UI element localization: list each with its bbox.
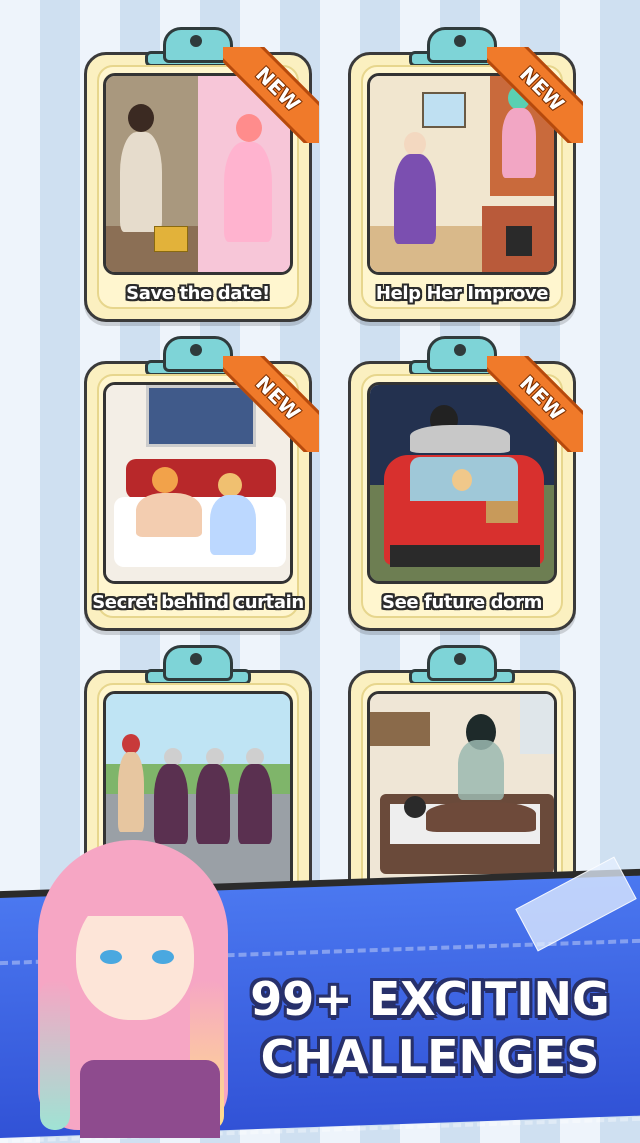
level-card-save-the-date[interactable]: NEW Save the date! (84, 27, 319, 322)
level-title: See future dorm (382, 592, 542, 613)
level-title: Save the date! (126, 283, 270, 304)
new-badge: NEW (487, 47, 583, 143)
level-title: Help Her Improve (375, 283, 549, 304)
new-badge: NEW (223, 356, 319, 452)
new-badge: NEW (223, 47, 319, 143)
level-thumbnail (367, 691, 557, 893)
clipboard-clip-top (163, 645, 233, 681)
headline-line-2: CHALLENGES (260, 1030, 600, 1084)
headline-line-1: 99+ EXCITING (250, 972, 610, 1026)
level-card-secret-behind-curtain[interactable]: NEW Secret behind curtain (84, 336, 319, 631)
level-card-see-future-dorm[interactable]: NEW See future dorm (348, 336, 583, 631)
level-card-help-her-improve[interactable]: NEW Help Her Improve (348, 27, 583, 322)
new-badge: NEW (487, 356, 583, 452)
level-title: Secret behind curtain (92, 592, 304, 613)
character-illustration (20, 830, 260, 1138)
clipboard-clip-top (427, 645, 497, 681)
